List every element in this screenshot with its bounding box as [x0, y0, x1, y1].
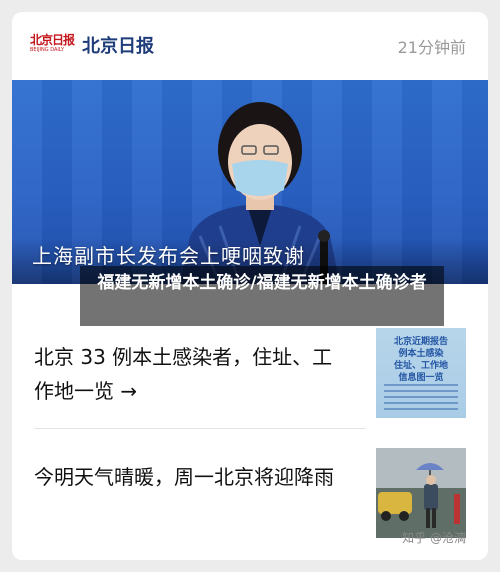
rain-street-photo	[376, 448, 466, 538]
beijing-daily-logo: 北京日报 BEIJING DAILY	[30, 33, 75, 60]
article-title[interactable]: 北京 33 例本土感染者，住址、工作地一览 →	[34, 340, 350, 408]
headline-overlay[interactable]: 福建无新增本土确诊/福建无新增本土确诊者	[80, 266, 444, 326]
logo-subtitle: BEIJING DAILY	[30, 47, 65, 53]
article-thumbnail[interactable]: 北京近期报告 例本土感染 住址、工作地 信息图一览	[376, 328, 466, 418]
card-header: 北京日报 BEIJING DAILY 北京日报 21分钟前	[12, 12, 488, 80]
hero-caption: 上海副市长发布会上哽咽致谢	[32, 244, 305, 268]
source-name[interactable]: 北京日报	[82, 34, 154, 60]
divider	[34, 428, 366, 429]
thumbnail-text-lines	[384, 384, 458, 412]
zhihu-watermark: 知乎 @沧漓	[402, 531, 466, 545]
article-thumbnail[interactable]	[376, 448, 466, 538]
logo-mark: 北京日报	[30, 33, 75, 47]
thumbnail-infographic-text: 北京近期报告 例本土感染 住址、工作地 信息图一览	[393, 337, 448, 383]
article-item[interactable]: 北京 33 例本土感染者，住址、工作地一览 → 北京近期报告 例本土感染 住址、…	[34, 328, 466, 428]
news-card[interactable]: 北京日报 BEIJING DAILY 北京日报 21分钟前 上海副市长发布会上哽…	[12, 12, 488, 560]
article-title[interactable]: 今明天气晴暖，周一北京将迎降雨	[34, 460, 350, 494]
timestamp: 21分钟前	[397, 38, 466, 57]
headline-overlay-text: 福建无新增本土确诊/福建无新增本土确诊者	[97, 273, 427, 293]
hero-image[interactable]: 上海副市长发布会上哽咽致谢	[12, 80, 488, 284]
